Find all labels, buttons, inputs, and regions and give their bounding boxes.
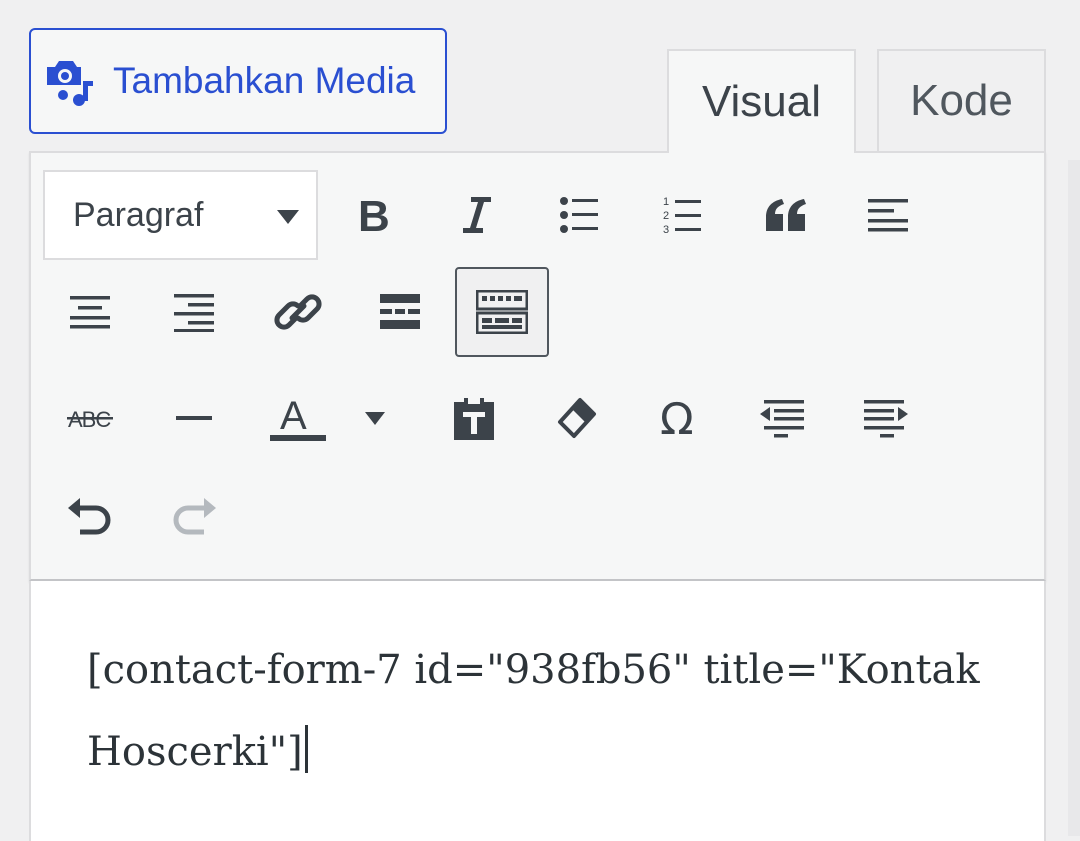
toolbar-toggle-icon — [476, 290, 528, 334]
strikethrough-button[interactable]: ABC — [43, 373, 137, 463]
italic-icon — [463, 197, 491, 233]
svg-text:2: 2 — [663, 210, 669, 222]
toolbar-toggle-button[interactable] — [455, 267, 549, 357]
editor-content-area[interactable]: [contact-form-7 id="938fb56" title="Kont… — [29, 581, 1046, 841]
read-more-button[interactable] — [353, 267, 447, 357]
format-select[interactable]: Paragraf — [43, 170, 318, 260]
redo-button[interactable] — [147, 471, 241, 561]
editor-paragraph[interactable]: [contact-form-7 id="938fb56" title="Kont… — [87, 629, 1007, 793]
paste-as-text-button[interactable] — [427, 373, 521, 463]
svg-text:A: A — [280, 394, 307, 438]
link-button[interactable] — [251, 267, 345, 357]
scrollbar[interactable] — [1068, 160, 1080, 836]
align-right-button[interactable] — [147, 267, 241, 357]
clear-formatting-button[interactable] — [529, 373, 623, 463]
svg-text:3: 3 — [663, 224, 669, 235]
undo-icon — [68, 498, 111, 535]
chevron-down-icon — [277, 210, 299, 224]
chevron-down-icon — [365, 412, 385, 425]
undo-button[interactable] — [43, 471, 137, 561]
editor-toolbar: Paragraf B 1 2 3 ABC A Ω — [29, 151, 1046, 581]
italic-button[interactable] — [428, 170, 522, 260]
blockquote-button[interactable] — [739, 170, 833, 260]
svg-text:1: 1 — [663, 196, 669, 208]
tab-visual[interactable]: Visual — [667, 49, 856, 153]
outdent-button[interactable] — [735, 373, 829, 463]
bold-icon: B — [358, 193, 390, 237]
bold-button[interactable]: B — [327, 170, 421, 260]
read-more-icon — [380, 294, 420, 329]
strikethrough-icon: ABC — [67, 407, 113, 432]
bulleted-list-button[interactable] — [533, 170, 627, 260]
svg-text:Ω: Ω — [660, 396, 694, 440]
blockquote-icon — [766, 199, 806, 231]
indent-icon — [864, 400, 908, 438]
link-icon — [274, 294, 322, 330]
special-character-icon: Ω — [660, 396, 694, 440]
format-select-value: Paragraf — [73, 195, 204, 234]
align-center-icon — [70, 296, 110, 329]
special-character-button[interactable]: Ω — [633, 373, 727, 463]
bulleted-list-icon — [560, 197, 598, 233]
text-color-dropdown[interactable] — [337, 373, 413, 463]
numbered-list-icon: 1 2 3 — [663, 196, 701, 235]
align-left-icon — [868, 199, 908, 232]
text-color-icon: A — [270, 394, 326, 441]
tab-kode[interactable]: Kode — [877, 49, 1046, 151]
horizontal-line-icon — [176, 416, 212, 420]
align-left-button[interactable] — [841, 170, 935, 260]
outdent-icon — [760, 400, 804, 438]
text-color-button[interactable]: A — [251, 373, 345, 463]
clear-formatting-icon — [558, 398, 596, 438]
shortcode-text: [contact-form-7 id="938fb56" title="Kont… — [87, 647, 980, 775]
align-right-icon — [174, 294, 214, 332]
text-cursor — [304, 725, 308, 773]
add-media-label: Tambahkan Media — [113, 60, 416, 101]
paste-as-text-icon — [454, 398, 494, 440]
numbered-list-button[interactable]: 1 2 3 — [636, 170, 730, 260]
media-camera-music-icon — [47, 61, 93, 106]
indent-button[interactable] — [839, 373, 933, 463]
align-center-button[interactable] — [43, 267, 137, 357]
horizontal-line-button[interactable] — [147, 373, 241, 463]
svg-text:B: B — [358, 193, 390, 237]
redo-icon — [173, 498, 216, 535]
add-media-button[interactable]: Tambahkan Media — [29, 28, 447, 134]
